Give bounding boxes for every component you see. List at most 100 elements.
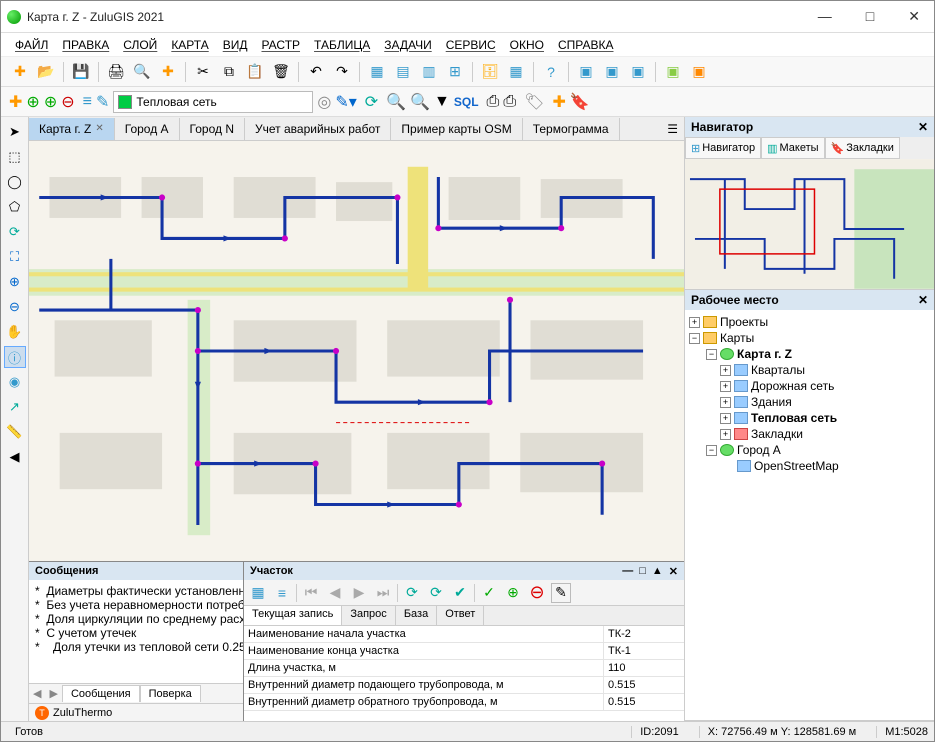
workspace-close-icon[interactable]: ✕	[918, 293, 928, 307]
collapse-icon[interactable]: −	[706, 349, 717, 360]
copy-icon[interactable]: ⧉	[218, 61, 240, 83]
layer-remove-icon[interactable]: ⊖	[61, 92, 74, 112]
panel4-icon[interactable]: ▣	[662, 61, 684, 83]
search-icon[interactable]: 🔍	[386, 92, 406, 112]
layer-add-icon[interactable]: ⊕	[26, 92, 39, 112]
seg-grid-icon[interactable]: ▦	[248, 583, 268, 603]
panel2-icon[interactable]: ▣	[601, 61, 623, 83]
menu-view[interactable]: ВИД	[223, 38, 248, 52]
zoom-in-tool[interactable]: ⊕	[4, 271, 26, 293]
menu-map[interactable]: КАРТА	[171, 38, 208, 52]
table-row[interactable]: Наименование конца участкаТК-1	[244, 643, 684, 660]
map-tab-n[interactable]: Город N	[180, 118, 245, 140]
route-tool[interactable]: ↗	[4, 396, 26, 418]
minimap[interactable]	[685, 159, 934, 289]
search-db-icon[interactable]: 🔍	[410, 92, 430, 112]
seg-save-icon[interactable]: ✔	[450, 583, 470, 603]
nav-tab-layouts[interactable]: ▥Макеты	[761, 137, 824, 159]
tree-node-heatnet[interactable]: +Тепловая сеть	[689, 410, 930, 426]
tree-node-osm[interactable]: OpenStreetMap	[689, 458, 930, 474]
pointer-tool[interactable]: ➤	[4, 121, 26, 143]
menu-file[interactable]: ФАЙЛ	[15, 38, 48, 52]
pen-icon[interactable]: ✎▾	[335, 92, 356, 112]
new-layer-icon[interactable]: ✚	[157, 61, 179, 83]
panel1-icon[interactable]: ▣	[575, 61, 597, 83]
menu-window[interactable]: ОКНО	[510, 38, 544, 52]
select-rect-tool[interactable]: ⬚	[4, 146, 26, 168]
info-tool[interactable]: ⓘ	[4, 346, 26, 368]
nav-tab-navigator[interactable]: ⊞Навигатор	[685, 137, 761, 159]
tool3-icon[interactable]: ▥	[418, 61, 440, 83]
menu-table[interactable]: ТАБЛИЦА	[314, 38, 370, 52]
tree-node-roads[interactable]: +Дорожная сеть	[689, 378, 930, 394]
expand-icon[interactable]: +	[720, 397, 731, 408]
segment-close-icon[interactable]: ✕	[669, 565, 678, 578]
star-icon[interactable]: ✚	[552, 92, 565, 112]
select-lasso-tool[interactable]: ◯	[4, 171, 26, 193]
segment-tab-base[interactable]: База	[396, 606, 437, 625]
seg-next-icon[interactable]: ▶	[349, 583, 369, 603]
print-preview-icon[interactable]: 🔍	[131, 61, 153, 83]
seg-refresh2-icon[interactable]: ⟳	[426, 583, 446, 603]
seg-list-icon[interactable]: ≡	[272, 583, 292, 603]
table-row[interactable]: Внутренний диаметр обратного трубопровод…	[244, 694, 684, 711]
close-button[interactable]: ✕	[900, 6, 928, 27]
expand-icon[interactable]: +	[689, 317, 700, 328]
map-canvas[interactable]	[29, 141, 684, 561]
menu-layer[interactable]: СЛОЙ	[123, 38, 157, 52]
msg-nav-left-icon[interactable]: ◀	[29, 687, 45, 700]
pan-tool[interactable]: ✋	[4, 321, 26, 343]
map-tab-a[interactable]: Город A	[115, 118, 180, 140]
maximize-button[interactable]: □	[858, 6, 882, 27]
layer-add2-icon[interactable]: ⊕	[44, 92, 57, 112]
style-icon[interactable]: ✎	[96, 92, 109, 112]
seg-remove-icon[interactable]: ⊖	[527, 583, 547, 603]
refresh-view-tool[interactable]: ⟳	[4, 221, 26, 243]
undo-icon[interactable]: ↶	[305, 61, 327, 83]
table-icon[interactable]: ▦	[505, 61, 527, 83]
menu-edit[interactable]: ПРАВКА	[62, 38, 109, 52]
tree-node-buildings[interactable]: +Здания	[689, 394, 930, 410]
table-row[interactable]: Внутренний диаметр подающего трубопровод…	[244, 677, 684, 694]
seg-ok-icon[interactable]: ✓	[479, 583, 499, 603]
expand-icon[interactable]: +	[720, 381, 731, 392]
zoom-out-tool[interactable]: ⊖	[4, 296, 26, 318]
save-icon[interactable]: 💾	[70, 61, 92, 83]
menu-help[interactable]: СПРАВКА	[558, 38, 614, 52]
messages-tab-messages[interactable]: Сообщения	[62, 685, 140, 702]
paste-icon[interactable]: 📋	[244, 61, 266, 83]
select-poly-tool[interactable]: ⬠	[4, 196, 26, 218]
zoom-extents-tool[interactable]: ⛶	[4, 246, 26, 268]
seg-prev-icon[interactable]: ◀	[325, 583, 345, 603]
map-tab-accidents[interactable]: Учет аварийных работ	[245, 118, 391, 140]
seg-refresh-icon[interactable]: ⟳	[402, 583, 422, 603]
sql-button[interactable]: SQL	[454, 95, 479, 109]
cut-icon[interactable]: ✂	[192, 61, 214, 83]
seg-last-icon[interactable]: ⏭	[373, 583, 393, 603]
thermo-label[interactable]: ZuluThermo	[53, 707, 112, 719]
map-tab-osm[interactable]: Пример карты OSM	[391, 118, 522, 140]
menu-service[interactable]: СЕРВИС	[446, 38, 496, 52]
measure-tool[interactable]: 📏	[4, 421, 26, 443]
layer-selector[interactable]: Тепловая сеть	[113, 91, 313, 113]
collapse-tool[interactable]: ◀	[4, 446, 26, 468]
redo-icon[interactable]: ↷	[331, 61, 353, 83]
segment-max-icon[interactable]: □	[639, 565, 646, 578]
panel5-icon[interactable]: ▣	[688, 61, 710, 83]
segment-tab-answer[interactable]: Ответ	[437, 606, 484, 625]
help-icon[interactable]: ?	[540, 61, 562, 83]
print-icon[interactable]: 🖨	[105, 61, 127, 83]
tree-node-maps[interactable]: −Карты	[689, 330, 930, 346]
messages-tab-poverka[interactable]: Поверка	[140, 685, 201, 702]
segment-tab-current[interactable]: Текущая запись	[244, 606, 342, 625]
print-layout2-icon[interactable]: ⎙	[503, 93, 516, 111]
navigator-close-icon[interactable]: ✕	[918, 120, 928, 134]
tree-node-citya[interactable]: −Город А	[689, 442, 930, 458]
collapse-icon[interactable]: −	[706, 445, 717, 456]
segment-up-icon[interactable]: ▲	[652, 565, 663, 578]
print-layout-icon[interactable]: ⎙	[487, 93, 500, 111]
menu-raster[interactable]: РАСТР	[261, 38, 300, 52]
table-row[interactable]: Длина участка, м110	[244, 660, 684, 677]
tab-close-icon[interactable]: ✕	[95, 123, 103, 134]
layer-new-icon[interactable]: ✚	[9, 92, 22, 112]
